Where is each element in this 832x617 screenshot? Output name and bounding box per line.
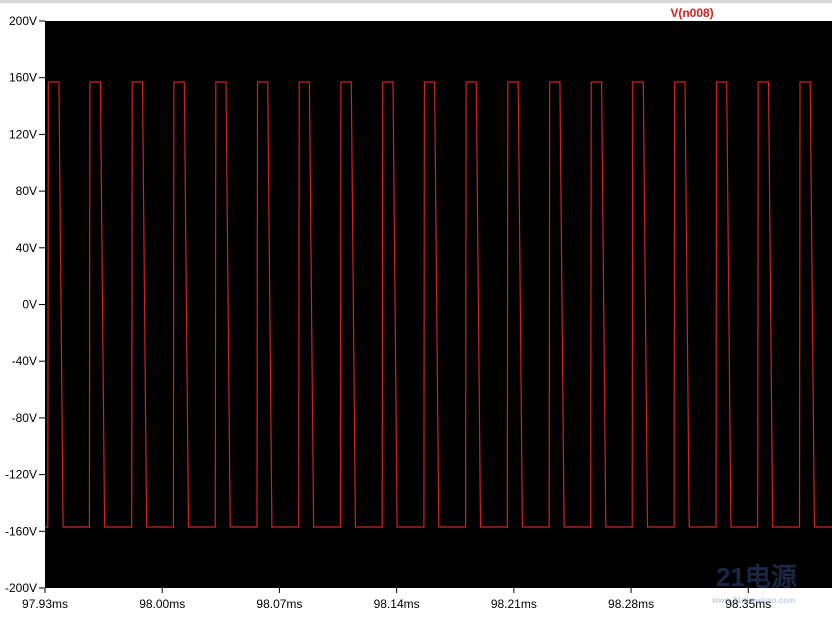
watermark-logo: 21电源 www.21dianyuan.com <box>711 562 797 605</box>
y-tick-label: -80V <box>12 411 37 425</box>
y-tick-label: 120V <box>9 127 37 141</box>
legend-series-label[interactable]: V(n008) <box>670 6 713 20</box>
y-tick-label: 200V <box>9 14 37 28</box>
y-tick-label: 0V <box>22 298 37 312</box>
chart-window: 200V 160V 120V 80V 40V 0V -40V -80V -120V -160V -2… <box>0 0 832 617</box>
y-tick-label: 80V <box>16 184 37 198</box>
x-tick-label: 98.21ms <box>491 597 537 611</box>
x-tick-label: 97.93ms <box>22 597 68 611</box>
y-tick-label: -200V <box>5 581 37 595</box>
watermark-text: 21电源 <box>716 562 797 592</box>
y-tick-label: 40V <box>16 241 37 255</box>
y-tick-label: -40V <box>12 354 37 368</box>
waveform-chart: 200V 160V 120V 80V 40V 0V -40V -80V -120V -160V -2… <box>0 0 832 611</box>
x-tick-label: 98.07ms <box>256 597 302 611</box>
y-tick-label: -160V <box>5 524 37 538</box>
x-tick-label: 98.00ms <box>139 597 185 611</box>
y-tick-label: -120V <box>5 468 37 482</box>
x-tick-label: 98.14ms <box>374 597 420 611</box>
watermark-subtext: www.21dianyuan.com <box>711 596 795 605</box>
top-border <box>0 0 832 3</box>
x-tick-label: 98.28ms <box>608 597 654 611</box>
y-tick-label: 160V <box>9 71 37 85</box>
